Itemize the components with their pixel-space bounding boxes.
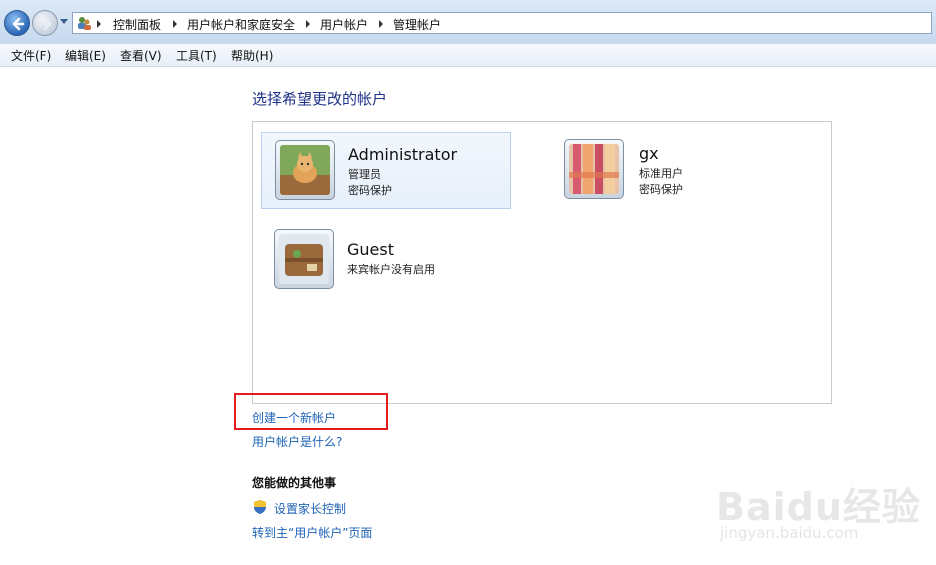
menu-edit[interactable]: 编辑(E): [65, 47, 106, 64]
address-bar[interactable]: 控制面板 用户帐户和家庭安全 用户帐户 管理帐户: [72, 12, 932, 34]
menu-bar: 文件(F) 编辑(E) 查看(V) 工具(T) 帮助(H): [0, 44, 936, 67]
account-picture-frame: [274, 229, 334, 289]
account-name: Guest: [347, 240, 394, 259]
menu-tools[interactable]: 工具(T): [176, 47, 217, 64]
watermark-brand: Baidu经验: [716, 485, 921, 529]
account-name: Administrator: [348, 145, 458, 164]
accounts-panel: Administrator 管理员 密码保护 gx 标准用户 密码保护 Gues…: [252, 121, 832, 404]
account-type: 标准用户: [639, 167, 683, 180]
uac-shield-icon: [254, 500, 266, 514]
arrow-right-icon: [39, 17, 52, 31]
recent-pages-dropdown[interactable]: [60, 19, 68, 24]
breadcrumb-separator-icon: [379, 20, 383, 28]
create-account-link[interactable]: 创建一个新帐户: [252, 409, 336, 426]
account-picture-frame: [564, 139, 624, 199]
page-title: 选择希望更改的帐户: [252, 90, 388, 108]
parental-controls-link[interactable]: 设置家长控制: [274, 500, 346, 517]
account-tile-administrator[interactable]: Administrator 管理员 密码保护: [261, 132, 511, 209]
fabric-picture: [569, 144, 619, 194]
account-tile-guest[interactable]: Guest 来宾帐户没有启用: [261, 227, 511, 297]
account-status: 来宾帐户没有启用: [347, 263, 435, 276]
account-password-status: 密码保护: [639, 183, 683, 196]
menu-view[interactable]: 查看(V): [120, 47, 162, 64]
account-tile-gx[interactable]: gx 标准用户 密码保护: [551, 132, 811, 209]
goto-main-user-accounts-link[interactable]: 转到主“用户帐户”页面: [252, 524, 372, 541]
account-picture-frame: [275, 140, 335, 200]
breadcrumb-separator-icon: [306, 20, 310, 28]
breadcrumb-separator-icon: [97, 20, 101, 28]
kitten-picture: [280, 145, 330, 195]
arrow-left-icon: [12, 17, 25, 31]
account-name: gx: [639, 144, 659, 163]
menu-help[interactable]: 帮助(H): [231, 47, 273, 64]
what-is-user-account-link[interactable]: 用户帐户是什么?: [252, 433, 342, 450]
suitcase-picture: [279, 234, 329, 284]
breadcrumb-manage-accounts[interactable]: 管理帐户: [393, 16, 441, 33]
account-password-status: 密码保护: [348, 184, 392, 197]
menu-file[interactable]: 文件(F): [11, 47, 51, 64]
breadcrumb-user-accounts-family-safety[interactable]: 用户帐户和家庭安全: [187, 16, 295, 33]
back-button[interactable]: [4, 10, 30, 36]
breadcrumb-control-panel[interactable]: 控制面板: [113, 16, 161, 33]
watermark-url: jingyan.baidu.com: [720, 524, 859, 542]
forward-button[interactable]: [32, 10, 58, 36]
account-type: 管理员: [348, 168, 381, 181]
address-toolbar: 控制面板 用户帐户和家庭安全 用户帐户 管理帐户: [0, 0, 936, 45]
breadcrumb-user-accounts[interactable]: 用户帐户: [320, 16, 368, 33]
breadcrumb-separator-icon: [173, 20, 177, 28]
user-accounts-icon: [78, 17, 91, 30]
baidu-watermark: Baidu经验 jingyan.baidu.com: [716, 462, 926, 552]
other-tasks-heading: 您能做的其他事: [252, 476, 337, 490]
